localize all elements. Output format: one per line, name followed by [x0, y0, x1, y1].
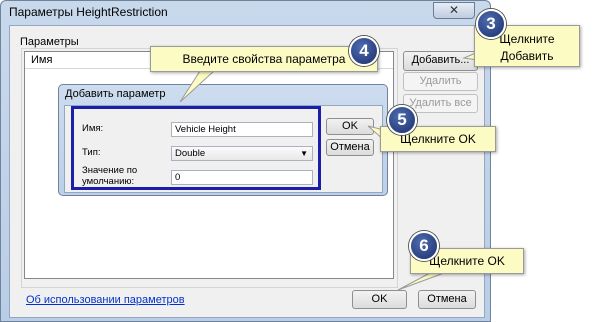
callout-step4: Введите свойства параметра	[150, 46, 378, 72]
pointer-step6	[397, 272, 445, 291]
step-badge-5: 5	[387, 105, 417, 135]
step-badge-3: 3	[476, 9, 506, 39]
pointer-step4	[179, 70, 216, 103]
callout-step3-line2: Добавить	[500, 49, 554, 63]
step-badge-6: 6	[409, 231, 439, 261]
step-badge-4: 4	[349, 36, 379, 66]
